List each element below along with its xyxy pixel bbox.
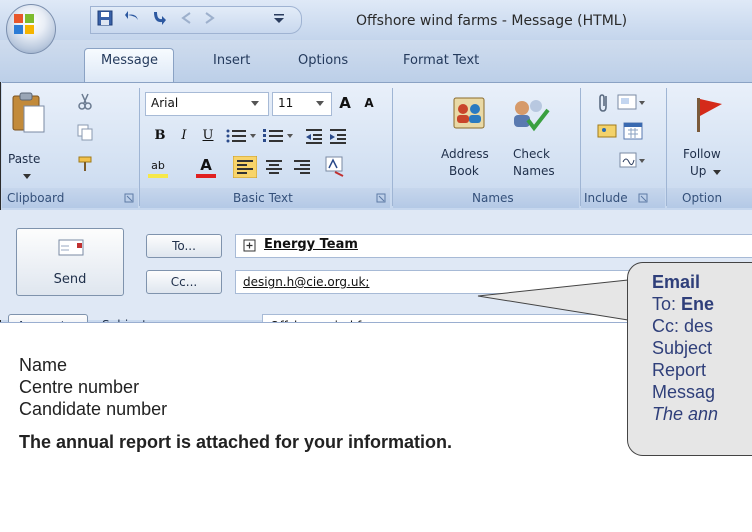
paste-label: Paste xyxy=(8,152,41,166)
align-right-icon[interactable] xyxy=(290,156,314,178)
grow-font-button[interactable]: A xyxy=(334,92,356,114)
bold-button[interactable]: B xyxy=(149,125,171,147)
decrease-indent-icon[interactable] xyxy=(304,126,324,146)
tab-insert[interactable]: Insert xyxy=(213,53,250,68)
italic-button[interactable]: I xyxy=(173,125,195,147)
check-names-icon[interactable] xyxy=(510,96,550,134)
highlight-color-swatch xyxy=(148,174,168,178)
callout-subject-line: Subject xyxy=(652,338,713,358)
cc-button[interactable]: Cc... xyxy=(146,270,222,294)
copy-icon[interactable] xyxy=(76,123,94,141)
paste-icon[interactable] xyxy=(10,92,48,134)
font-size-dropdown-icon[interactable] xyxy=(315,98,325,108)
paste-dropdown-arrow-icon[interactable] xyxy=(22,172,32,180)
names-group-label: Names xyxy=(472,191,514,205)
office-logo-icon xyxy=(14,14,34,34)
align-left-icon[interactable] xyxy=(233,156,257,178)
font-color-button[interactable]: A xyxy=(196,156,216,176)
window-title: Offshore wind farms - Message (HTML) xyxy=(356,13,628,29)
callout-report-line: Report xyxy=(652,360,707,380)
follow-up-label-line2: Up xyxy=(690,164,707,178)
callout-cc-line: Cc: des xyxy=(652,316,714,336)
bullets-icon[interactable] xyxy=(225,127,259,145)
address-book-label-line1: Address xyxy=(441,147,489,161)
callout-pointer-mask xyxy=(628,280,632,322)
redo-icon[interactable] xyxy=(150,9,168,27)
address-book-label-line2: Book xyxy=(449,164,479,178)
cc-recipient: design.h@cie.org.uk; xyxy=(243,275,370,289)
clear-formatting-icon[interactable] xyxy=(323,154,347,178)
address-book-icon[interactable] xyxy=(452,96,488,130)
options-group-label: Option xyxy=(682,191,723,205)
callout-to-prefix: To: xyxy=(652,294,682,314)
font-color-swatch xyxy=(196,174,216,178)
to-button[interactable]: To... xyxy=(146,234,222,258)
previous-item-icon[interactable] xyxy=(178,9,196,27)
include-group-label: Include xyxy=(584,191,628,205)
next-item-icon[interactable] xyxy=(200,9,218,27)
save-icon[interactable] xyxy=(96,9,114,27)
attach-file-icon[interactable] xyxy=(596,92,612,114)
callout-italic-line: The ann xyxy=(652,404,719,424)
check-names-label-line2: Names xyxy=(513,164,555,178)
clipboard-group-label: Clipboard xyxy=(7,191,65,205)
body-line-candidate-number: Candidate number xyxy=(19,399,168,419)
attach-item-icon[interactable] xyxy=(616,92,646,114)
numbering-icon[interactable] xyxy=(262,127,296,145)
callout-to-line: To: Ene xyxy=(652,294,714,315)
to-recipient-group[interactable]: Energy Team xyxy=(264,237,358,252)
undo-icon[interactable] xyxy=(124,9,142,27)
callout-message-line: Messag xyxy=(652,382,716,402)
check-names-label-line1: Check xyxy=(513,147,550,161)
body-line-centre-number: Centre number xyxy=(19,377,140,397)
follow-up-label-line1: Follow xyxy=(683,147,721,161)
send-envelope-icon xyxy=(58,239,84,256)
body-message: The annual report is attached for your i… xyxy=(19,432,453,452)
callout-to-value: Ene xyxy=(681,294,715,314)
body-line-name: Name xyxy=(19,355,68,375)
business-card-icon[interactable] xyxy=(596,120,620,142)
tab-message[interactable]: Message xyxy=(101,53,158,68)
increase-indent-icon[interactable] xyxy=(328,126,348,146)
callout-heading: Email xyxy=(652,272,701,292)
signature-icon[interactable] xyxy=(618,150,648,172)
include-dialog-launcher-icon[interactable] xyxy=(638,193,648,203)
font-name-dropdown-icon[interactable] xyxy=(250,98,260,108)
tab-format-text[interactable]: Format Text xyxy=(403,53,479,68)
underline-button[interactable]: U xyxy=(197,125,219,147)
shrink-font-button[interactable]: A xyxy=(358,92,380,114)
calendar-icon[interactable] xyxy=(622,120,644,142)
clipboard-dialog-launcher-icon[interactable] xyxy=(124,193,134,203)
basic-text-group-label: Basic Text xyxy=(233,191,293,205)
expand-group-icon[interactable] xyxy=(243,239,257,253)
tab-options[interactable]: Options xyxy=(298,53,348,68)
callout-pointer xyxy=(477,279,629,321)
follow-up-flag-icon[interactable] xyxy=(692,94,726,134)
follow-up-dropdown-icon[interactable] xyxy=(712,168,722,176)
format-painter-icon[interactable] xyxy=(76,155,94,173)
send-label: Send xyxy=(53,272,87,287)
basic-text-dialog-launcher-icon[interactable] xyxy=(376,193,386,203)
cut-icon[interactable] xyxy=(76,92,94,110)
align-center-icon[interactable] xyxy=(262,156,286,178)
customize-toolbar-icon[interactable] xyxy=(270,9,288,27)
